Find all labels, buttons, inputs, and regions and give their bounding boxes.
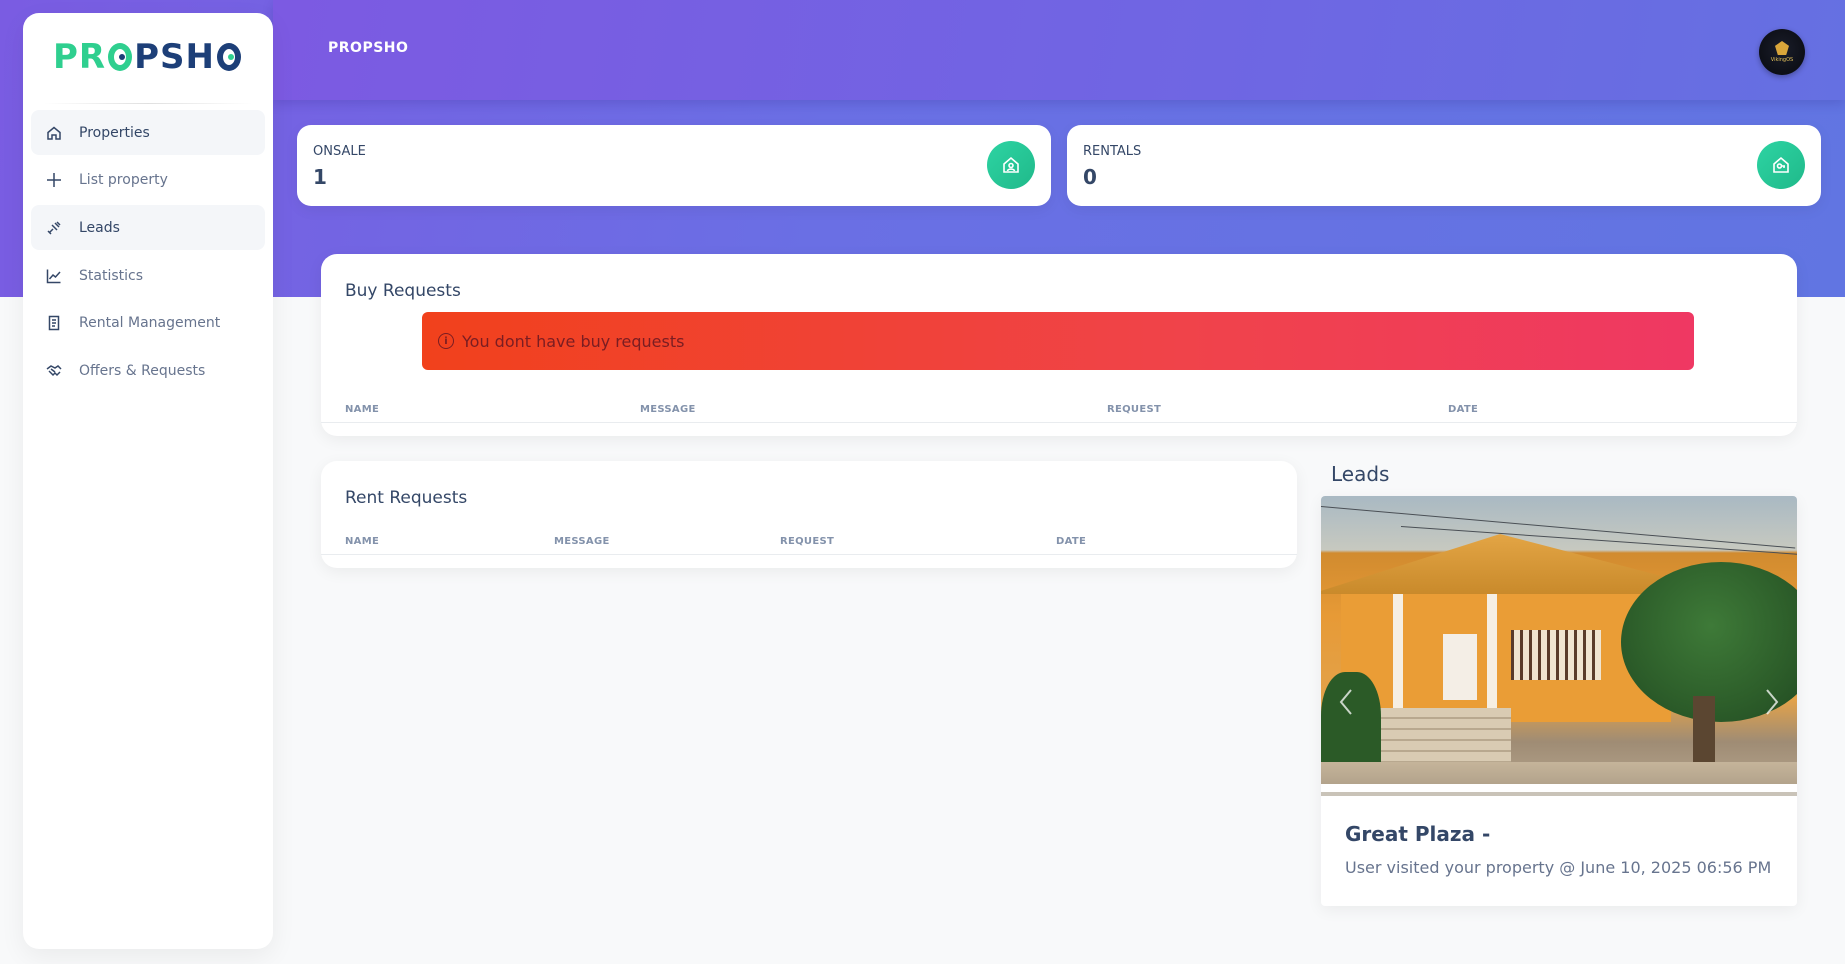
alert-text: You dont have buy requests bbox=[462, 331, 685, 351]
logo-pin-icon bbox=[108, 43, 133, 71]
stat-value: 0 bbox=[1083, 165, 1097, 189]
power-line bbox=[1321, 506, 1796, 549]
sidebar-item-rental-management[interactable]: Rental Management bbox=[31, 301, 265, 346]
house-key-icon bbox=[1757, 141, 1805, 189]
chart-line-icon bbox=[45, 267, 63, 285]
sidebar-item-label: Offers & Requests bbox=[79, 362, 206, 379]
satellite-icon bbox=[45, 219, 63, 237]
column-header-request: REQUEST bbox=[780, 536, 835, 547]
photo-strip bbox=[1321, 784, 1797, 792]
home-icon bbox=[45, 124, 63, 142]
sidebar-item-list-property[interactable]: List property bbox=[31, 158, 265, 203]
logo[interactable]: PR PSH bbox=[53, 35, 243, 79]
avatar-label: VikingOS bbox=[1770, 57, 1794, 63]
sidebar-item-label: Statistics bbox=[79, 267, 143, 284]
lead-description: User visited your property @ June 10, 20… bbox=[1345, 858, 1772, 877]
buy-requests-panel: Buy Requests i You dont have buy request… bbox=[321, 254, 1797, 436]
sidebar-item-properties[interactable]: Properties bbox=[31, 110, 265, 155]
sidebar-item-label: List property bbox=[79, 172, 168, 189]
carousel-prev-button[interactable] bbox=[1335, 686, 1357, 718]
column-header-message: MESSAGE bbox=[640, 404, 696, 415]
house-door bbox=[1443, 634, 1477, 700]
sidebar-divider bbox=[43, 103, 253, 104]
handshake-icon bbox=[45, 362, 63, 380]
carousel-next-button[interactable] bbox=[1761, 686, 1783, 718]
avatar-logo-icon bbox=[1775, 41, 1789, 55]
info-icon: i bbox=[438, 333, 454, 349]
sidebar-item-label: Properties bbox=[79, 124, 150, 141]
column-header-request: REQUEST bbox=[1107, 404, 1162, 415]
buy-requests-title: Buy Requests bbox=[345, 281, 461, 301]
rent-requests-title: Rent Requests bbox=[345, 488, 468, 508]
logo-pin-icon-2 bbox=[216, 43, 241, 71]
property-photo bbox=[1321, 496, 1797, 796]
plus-icon bbox=[45, 171, 63, 189]
logo-text-left: PR bbox=[53, 37, 107, 77]
leads-heading: Leads bbox=[1331, 462, 1390, 486]
stat-card-onsale: ONSALE 1 bbox=[297, 125, 1051, 206]
stat-label: RENTALS bbox=[1083, 144, 1142, 159]
porch-pillar bbox=[1393, 594, 1403, 712]
sidebar-item-offers-requests[interactable]: Offers & Requests bbox=[31, 348, 265, 393]
stat-value: 1 bbox=[313, 165, 327, 189]
chevron-right-icon bbox=[1766, 689, 1779, 715]
house-steps bbox=[1361, 708, 1511, 764]
column-header-date: DATE bbox=[1448, 404, 1479, 415]
stat-label: ONSALE bbox=[313, 144, 366, 159]
chevron-left-icon bbox=[1339, 689, 1352, 715]
sidebar-item-label: Leads bbox=[79, 219, 120, 236]
sidebar-item-label: Rental Management bbox=[79, 315, 221, 332]
lead-card[interactable]: Great Plaza - User visited your property… bbox=[1321, 496, 1797, 906]
column-header-date: DATE bbox=[1056, 536, 1087, 547]
sidebar-item-leads[interactable]: Leads bbox=[31, 205, 265, 251]
buy-requests-alert: i You dont have buy requests bbox=[422, 312, 1694, 370]
buy-requests-table-header: NAME MESSAGE REQUEST DATE bbox=[321, 399, 1797, 423]
rent-requests-table-header: NAME MESSAGE REQUEST DATE bbox=[321, 531, 1297, 555]
lead-title: Great Plaza - bbox=[1345, 822, 1491, 846]
sidebar-nav: Properties List property Leads Statistic… bbox=[31, 110, 265, 396]
column-header-message: MESSAGE bbox=[554, 536, 610, 547]
sidebar: PR PSH Properties List property Leads St… bbox=[23, 13, 273, 949]
house-wall bbox=[1341, 592, 1671, 722]
porch-pillar bbox=[1487, 594, 1497, 712]
document-icon bbox=[45, 314, 63, 332]
top-brand-text: PROPSHO bbox=[328, 40, 409, 56]
photo-strip bbox=[1321, 792, 1797, 796]
stat-card-rentals: RENTALS 0 bbox=[1067, 125, 1821, 206]
sidebar-item-statistics[interactable]: Statistics bbox=[31, 253, 265, 298]
column-header-name: NAME bbox=[345, 536, 380, 547]
house-window bbox=[1511, 630, 1601, 680]
top-navbar bbox=[273, 0, 1845, 100]
house-user-icon bbox=[987, 141, 1035, 189]
column-header-name: NAME bbox=[345, 404, 380, 415]
logo-text-right: PSH bbox=[134, 37, 215, 77]
avatar[interactable]: VikingOS bbox=[1759, 29, 1805, 75]
rent-requests-panel: Rent Requests NAME MESSAGE REQUEST DATE bbox=[321, 461, 1297, 568]
